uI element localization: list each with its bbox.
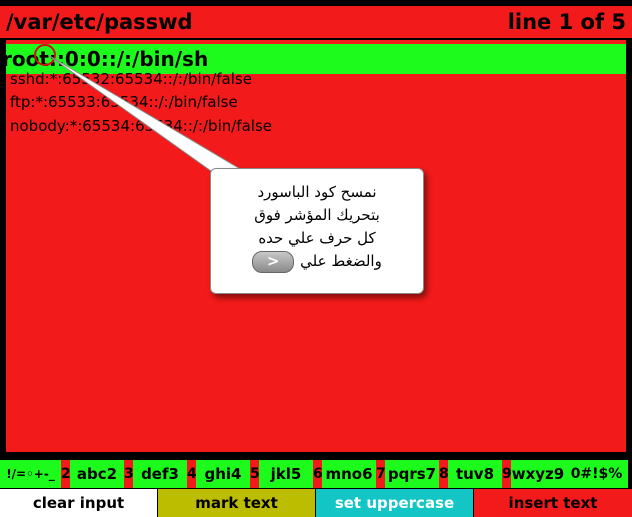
key-5[interactable]: 5 jkl5 bbox=[250, 460, 313, 488]
key-3[interactable]: 3 def3 bbox=[124, 460, 187, 488]
key-chars: abc2 bbox=[70, 460, 124, 488]
key-chars: wxyz9 bbox=[511, 460, 565, 488]
key-num: 3 bbox=[124, 460, 134, 488]
key-4[interactable]: 4 ghi4 bbox=[187, 460, 250, 488]
key-7[interactable]: 7 pqrs7 bbox=[376, 460, 439, 488]
insert-text-button[interactable]: insert text bbox=[474, 489, 632, 517]
key-chars: mno6 bbox=[322, 460, 376, 488]
key-chars: !/=◦+-_ bbox=[0, 460, 61, 488]
clear-input-button[interactable]: clear input bbox=[0, 489, 157, 517]
back-arrow-button: < bbox=[252, 250, 295, 273]
key-chars: ghi4 bbox=[196, 460, 250, 488]
callout-line-4: والضغط علي < bbox=[211, 250, 423, 273]
key-chars: jkl5 bbox=[259, 460, 313, 488]
key-num: 7 bbox=[376, 460, 386, 488]
callout-line-4-text: والضغط علي bbox=[300, 252, 382, 270]
key-0[interactable]: 0#!$% bbox=[565, 460, 628, 488]
set-uppercase-button[interactable]: set uppercase bbox=[316, 489, 473, 517]
key-num: 5 bbox=[250, 460, 260, 488]
key-num: 2 bbox=[61, 460, 71, 488]
key-num: 8 bbox=[439, 460, 449, 488]
callout-line-3: كل حرف علي حده bbox=[258, 229, 376, 247]
key-num: 6 bbox=[313, 460, 323, 488]
key-1[interactable]: !/=◦+-_ bbox=[0, 460, 61, 488]
keypad-bar: !/=◦+-_ 2 abc2 3 def3 4 ghi4 5 jkl5 6 mn… bbox=[0, 460, 632, 488]
key-chars: 0#!$% bbox=[565, 460, 628, 488]
key-6[interactable]: 6 mno6 bbox=[313, 460, 376, 488]
callout-line-1: نمسح كود الباسورد bbox=[257, 183, 377, 201]
key-2[interactable]: 2 abc2 bbox=[61, 460, 124, 488]
key-9[interactable]: 9 wxyz9 bbox=[502, 460, 565, 488]
help-callout: نمسح كود الباسورد بتحريك المؤشر فوق كل ح… bbox=[210, 168, 424, 294]
action-bar: clear input mark text set uppercase inse… bbox=[0, 489, 632, 517]
mark-text-button[interactable]: mark text bbox=[158, 489, 315, 517]
callout-line-2: بتحريك المؤشر فوق bbox=[254, 206, 380, 224]
key-num: 9 bbox=[502, 460, 512, 488]
key-chars: tuv8 bbox=[448, 460, 502, 488]
screen: /var/etc/passwd line 1 of 5 root::0:0::/… bbox=[0, 0, 632, 517]
key-8[interactable]: 8 tuv8 bbox=[439, 460, 502, 488]
key-num: 4 bbox=[187, 460, 197, 488]
key-chars: pqrs7 bbox=[385, 460, 439, 488]
key-chars: def3 bbox=[133, 460, 187, 488]
